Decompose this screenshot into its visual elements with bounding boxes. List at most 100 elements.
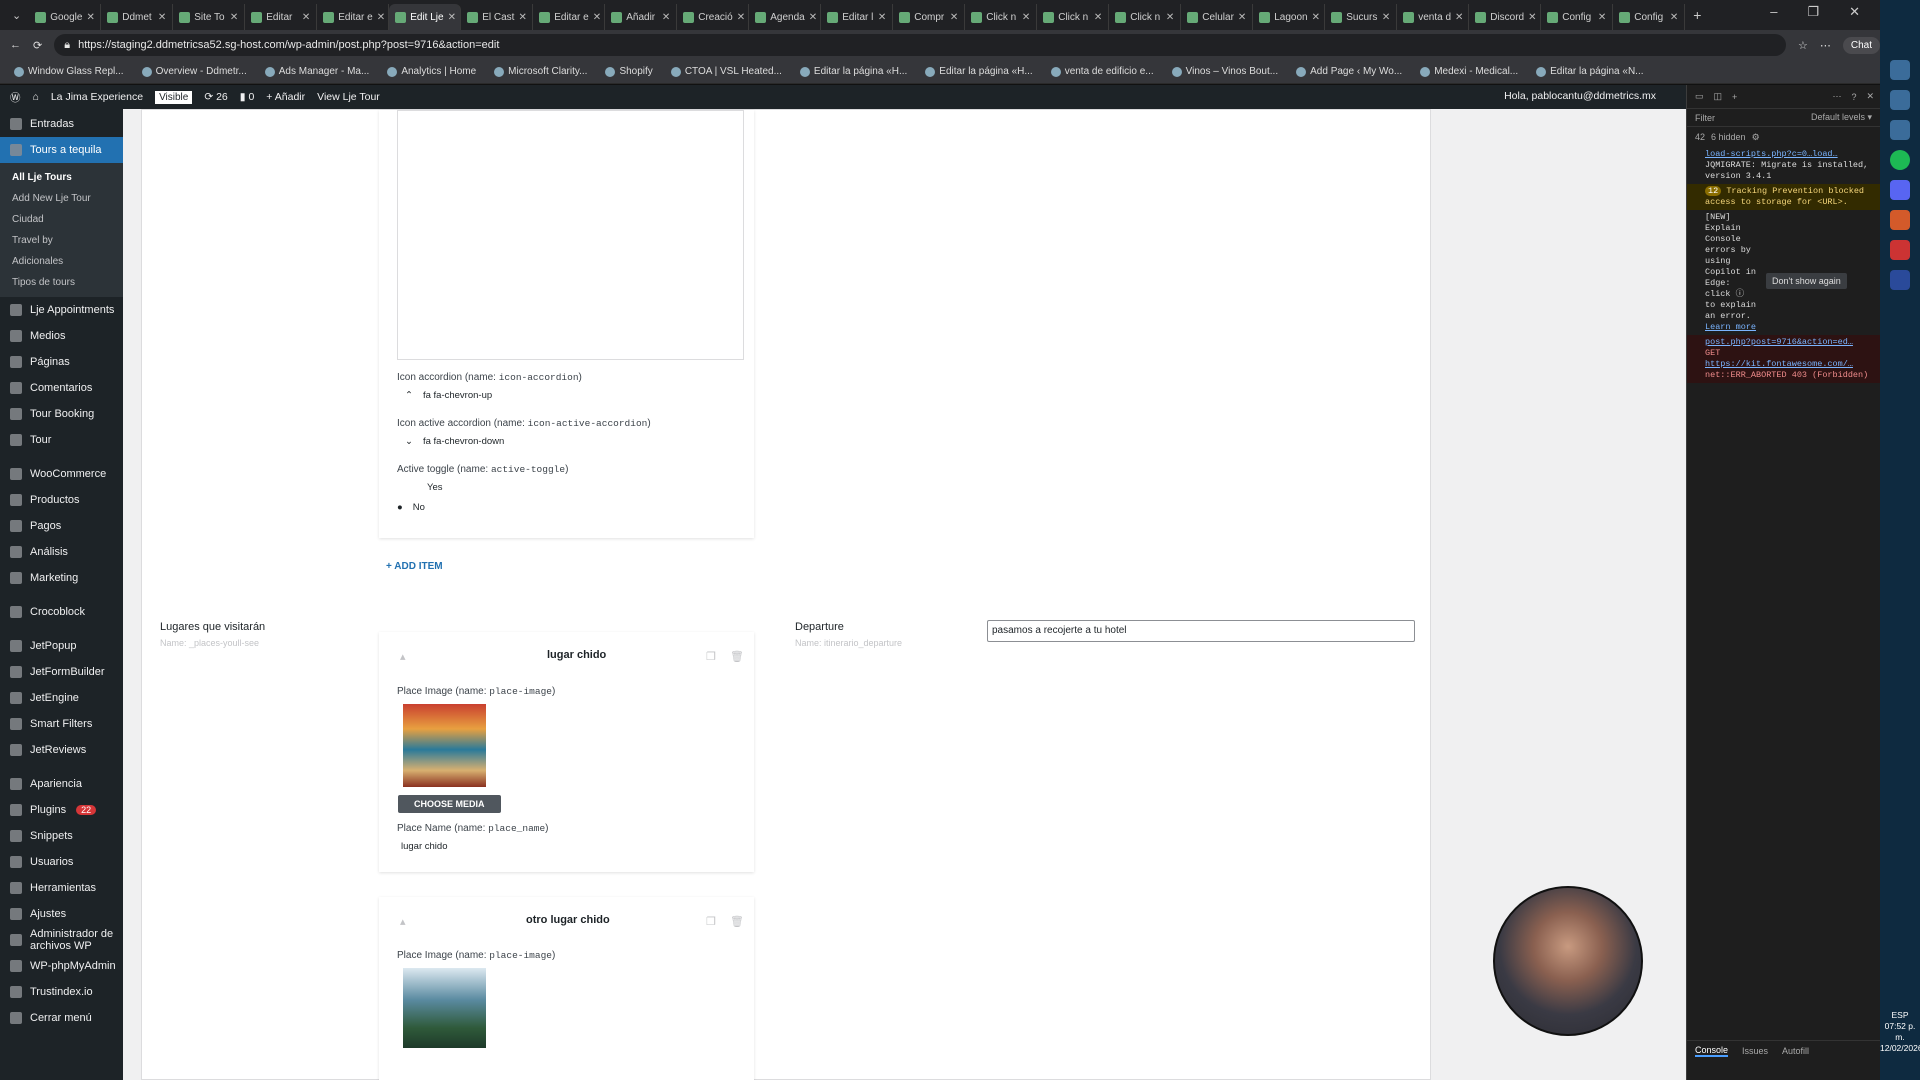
office-icon[interactable] bbox=[1890, 210, 1910, 230]
sidebar-item[interactable]: WP-phpMyAdmin bbox=[0, 953, 123, 979]
sidebar-item[interactable]: Tour Booking bbox=[0, 401, 123, 427]
sidebar-item[interactable]: Lje Appointments bbox=[0, 297, 123, 323]
browser-tab[interactable]: Ddmet ✕ bbox=[101, 4, 174, 30]
tab-close-icon[interactable]: ✕ bbox=[518, 12, 526, 23]
bookmark-item[interactable]: Add Page ‹ My Wo... bbox=[1290, 66, 1408, 77]
browser-tab[interactable]: Google ✕ bbox=[29, 4, 102, 30]
url-field[interactable]: 🔒︎ https://staging2.ddmetricsa52.sg-host… bbox=[54, 34, 1786, 56]
tab-close-icon[interactable]: ✕ bbox=[1312, 12, 1320, 23]
tab-list-icon[interactable]: ⌄ bbox=[4, 9, 29, 22]
sidebar-item[interactable]: Entradas bbox=[0, 111, 123, 137]
chat-button[interactable]: Chat bbox=[1842, 36, 1880, 54]
departure-input[interactable]: pasamos a recojerte a tu hotel bbox=[987, 620, 1415, 642]
bookmark-item[interactable]: CTOA | VSL Heated... bbox=[665, 66, 788, 77]
view-tour-link[interactable]: View Lje Tour bbox=[317, 91, 380, 103]
submenu-item[interactable]: Adicionales bbox=[0, 251, 123, 272]
bookmark-item[interactable]: Ads Manager - Ma... bbox=[259, 66, 376, 77]
devtools-close-icon[interactable]: ✕ bbox=[1866, 91, 1874, 102]
sidebar-item[interactable]: Tour bbox=[0, 427, 123, 453]
levels-dropdown[interactable]: Default levels ▾ bbox=[1811, 112, 1872, 123]
tab-close-icon[interactable]: ✕ bbox=[1166, 12, 1174, 23]
browser-tab[interactable]: Editar e ✕ bbox=[533, 4, 606, 30]
collapse-icon[interactable]: ▴ bbox=[400, 915, 406, 928]
sidebar-item[interactable]: Ajustes bbox=[0, 901, 123, 927]
games-icon[interactable] bbox=[1890, 240, 1910, 260]
spotify-icon[interactable] bbox=[1890, 150, 1910, 170]
collapse-icon[interactable]: ▴ bbox=[400, 650, 406, 663]
submenu-item[interactable]: Ciudad bbox=[0, 209, 123, 230]
tab-close-icon[interactable]: ✕ bbox=[230, 12, 238, 23]
add-tab-icon[interactable]: + bbox=[1732, 92, 1737, 102]
browser-tab[interactable]: venta d ✕ bbox=[1397, 4, 1470, 30]
error-url-link[interactable]: https://kit.fontawesome.com/… bbox=[1705, 359, 1853, 369]
browser-tab[interactable]: Agenda ✕ bbox=[749, 4, 822, 30]
bookmark-item[interactable]: Medexi - Medical... bbox=[1414, 66, 1524, 77]
error-source-link[interactable]: post.php?post=9716&action=ed… bbox=[1705, 337, 1853, 347]
devtools-more-icon[interactable]: ⋯ bbox=[1832, 91, 1841, 102]
tab-close-icon[interactable]: ✕ bbox=[662, 12, 670, 23]
submenu-item[interactable]: All Lje Tours bbox=[0, 167, 123, 188]
bookmark-item[interactable]: Vinos – Vinos Bout... bbox=[1166, 66, 1284, 77]
comments-link[interactable]: ▮ 0 bbox=[240, 91, 255, 103]
sidebar-item[interactable]: Comentarios bbox=[0, 375, 123, 401]
discord-icon[interactable] bbox=[1890, 180, 1910, 200]
submenu-item[interactable]: Add New Lje Tour bbox=[0, 188, 123, 209]
wordpress-logo-icon[interactable]: Ⓦ bbox=[10, 90, 21, 105]
device-icon[interactable]: ▭ bbox=[1695, 91, 1704, 102]
place-name-value[interactable]: lugar chido bbox=[401, 841, 447, 852]
add-new-link[interactable]: + Añadir bbox=[266, 91, 305, 103]
icon-active-accordion-value[interactable]: ⌄ fa fa-chevron-down bbox=[405, 436, 504, 447]
sidebar-item[interactable]: JetFormBuilder bbox=[0, 659, 123, 685]
toggle-yes-option[interactable]: Yes bbox=[410, 482, 443, 493]
updates-link[interactable]: ⟳ 26 bbox=[204, 91, 227, 103]
browser-tab[interactable]: Editar l ✕ bbox=[821, 4, 894, 30]
tab-close-icon[interactable]: ✕ bbox=[302, 12, 310, 23]
bookmark-item[interactable]: Editar la página «H... bbox=[794, 66, 913, 77]
bookmark-item[interactable]: Shopify bbox=[599, 66, 658, 77]
tab-autofill[interactable]: Autofill bbox=[1782, 1046, 1809, 1056]
place-image-preview[interactable] bbox=[403, 704, 486, 787]
browser-tab[interactable]: Editar e ✕ bbox=[317, 4, 390, 30]
choose-media-button[interactable]: CHOOSE MEDIA bbox=[398, 795, 501, 813]
browser-tab[interactable]: Site To ✕ bbox=[173, 4, 246, 30]
tab-close-icon[interactable]: ✕ bbox=[1455, 12, 1463, 23]
restore-icon[interactable]: ❐ bbox=[1807, 4, 1819, 20]
settings-gear-icon[interactable]: ⚙ bbox=[1752, 132, 1760, 143]
browser-tab[interactable]: Click n ✕ bbox=[1037, 4, 1110, 30]
browser-tab[interactable]: Discord ✕ bbox=[1469, 4, 1542, 30]
filter-input[interactable]: Filter bbox=[1695, 113, 1715, 123]
learn-more-link[interactable]: Learn more bbox=[1705, 322, 1756, 332]
new-tab-icon[interactable]: + bbox=[1685, 7, 1709, 23]
copilot-icon[interactable] bbox=[1890, 60, 1910, 80]
sidebar-item[interactable]: Snippets bbox=[0, 823, 123, 849]
icon-accordion-value[interactable]: ⌃ fa fa-chevron-up bbox=[405, 390, 492, 401]
sidebar-item[interactable]: JetPopup bbox=[0, 633, 123, 659]
help-icon[interactable]: ? bbox=[1851, 92, 1856, 102]
bookmark-item[interactable]: Editar la página «N... bbox=[1530, 66, 1649, 77]
browser-tab[interactable]: Sucurs ✕ bbox=[1325, 4, 1398, 30]
dock-icon[interactable]: ◫ bbox=[1714, 91, 1723, 102]
sidebar-item[interactable]: Herramientas bbox=[0, 875, 123, 901]
browser-tab[interactable]: El Cast ✕ bbox=[461, 4, 534, 30]
sidebar-item[interactable]: Usuarios bbox=[0, 849, 123, 875]
sidebar-item[interactable]: Trustindex.io bbox=[0, 979, 123, 1005]
bookmark-item[interactable]: Microsoft Clarity... bbox=[488, 66, 593, 77]
tab-close-icon[interactable]: ✕ bbox=[950, 12, 958, 23]
tab-close-icon[interactable]: ✕ bbox=[158, 12, 166, 23]
bookmark-item[interactable]: Overview - Ddmetr... bbox=[136, 66, 253, 77]
browser-tab[interactable]: Click n ✕ bbox=[965, 4, 1038, 30]
sidebar-item[interactable]: Tours a tequila bbox=[0, 137, 123, 163]
browser-tab[interactable]: Creació ✕ bbox=[677, 4, 750, 30]
keyboard-language[interactable]: ESP bbox=[1880, 1010, 1920, 1021]
tab-console[interactable]: Console bbox=[1695, 1045, 1729, 1057]
tab-close-icon[interactable]: ✕ bbox=[737, 12, 745, 23]
tab-close-icon[interactable]: ✕ bbox=[1094, 12, 1102, 23]
sidebar-item[interactable]: Análisis bbox=[0, 539, 123, 565]
tab-close-icon[interactable]: ✕ bbox=[86, 12, 94, 23]
bookmark-item[interactable]: Window Glass Repl... bbox=[8, 66, 130, 77]
minimize-icon[interactable]: – bbox=[1770, 4, 1777, 20]
favorites-icon[interactable]: ☆ bbox=[1798, 39, 1808, 52]
browser-tab[interactable]: Celular ✕ bbox=[1181, 4, 1254, 30]
sidebar-item[interactable]: Crocoblock bbox=[0, 599, 123, 625]
reload-icon[interactable]: ⟳ bbox=[33, 39, 42, 52]
